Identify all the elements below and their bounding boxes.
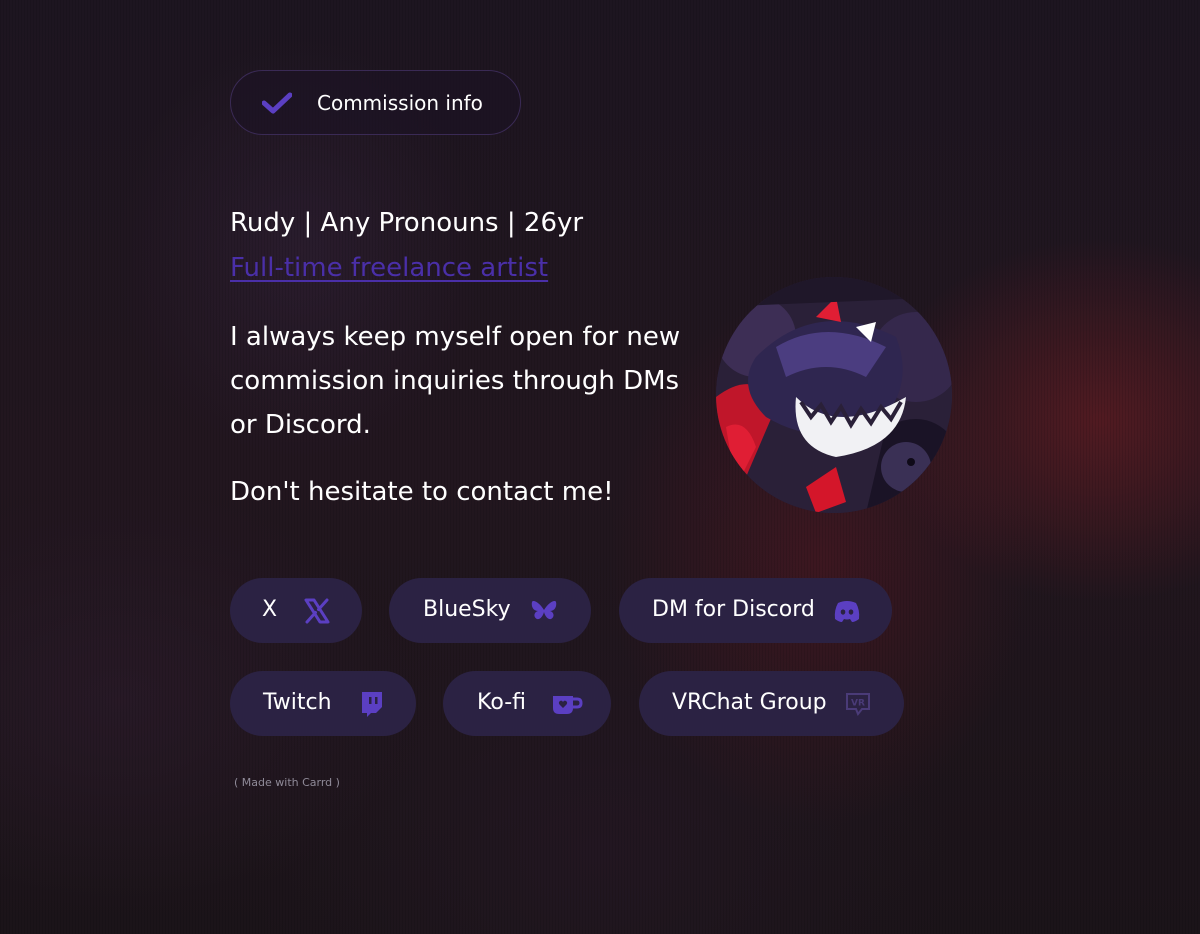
freelance-artist-link[interactable]: Full-time freelance artist <box>230 251 548 285</box>
discord-link-label: DM for Discord <box>652 597 815 622</box>
avatar-illustration <box>716 277 952 513</box>
vrchat-group-link-button[interactable]: VRChat Group VR <box>639 671 904 736</box>
discord-icon <box>834 601 860 622</box>
twitch-link-button[interactable]: Twitch <box>230 671 416 736</box>
bluesky-link-button[interactable]: BlueSky <box>389 578 591 643</box>
commission-info-label: Commission info <box>317 91 483 115</box>
x-link-label: X <box>262 597 278 622</box>
x-link-button[interactable]: X <box>230 578 362 643</box>
background-art <box>0 0 1200 934</box>
kofi-cup-icon <box>553 696 583 714</box>
profile-headline: Rudy | Any Pronouns | 26yr <box>230 208 584 238</box>
discord-link-button[interactable]: DM for Discord <box>619 578 892 643</box>
bluesky-link-label: BlueSky <box>423 597 511 622</box>
x-logo-icon <box>304 598 330 624</box>
vrchat-icon: VR <box>846 693 870 716</box>
checkmark-icon <box>262 92 292 114</box>
kofi-link-button[interactable]: Ko-fi <box>443 671 611 736</box>
made-with-carrd[interactable]: ( Made with Carrd ) <box>234 776 340 789</box>
kofi-link-label: Ko-fi <box>477 690 526 715</box>
butterfly-icon <box>531 600 557 620</box>
avatar <box>716 277 952 513</box>
contact-cta: Don't hesitate to contact me! <box>230 477 614 507</box>
twitch-link-label: Twitch <box>263 690 332 715</box>
svg-text:VR: VR <box>851 699 865 709</box>
commission-info-button[interactable]: Commission info <box>230 70 521 135</box>
profile-description: I always keep myself open for new commis… <box>230 322 681 440</box>
twitch-icon <box>362 692 382 717</box>
vrchat-group-link-label: VRChat Group <box>672 690 827 715</box>
